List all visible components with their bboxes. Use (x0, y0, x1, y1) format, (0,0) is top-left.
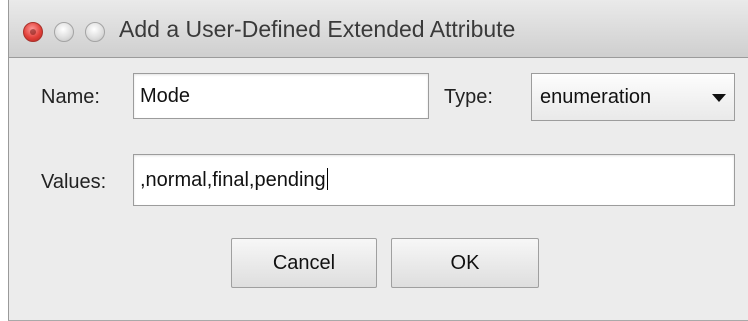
type-select-value: enumeration (540, 86, 652, 108)
window-title: Add a User-Defined Extended Attribute (119, 16, 516, 42)
dialog-window: Add a User-Defined Extended Attribute Na… (8, 0, 748, 321)
values-input-value: ,normal,final,pending (140, 169, 326, 191)
values-label: Values: (41, 171, 107, 193)
close-light-icon[interactable] (23, 22, 43, 42)
title-bar[interactable]: Add a User-Defined Extended Attribute (9, 0, 748, 58)
cancel-button[interactable]: Cancel (231, 238, 377, 288)
zoom-light-icon[interactable] (85, 22, 105, 42)
values-input[interactable]: ,normal,final,pending (133, 154, 735, 206)
type-label: Type: (444, 86, 493, 108)
minimize-light-icon[interactable] (54, 22, 74, 42)
dropdown-arrow-icon (712, 94, 726, 102)
name-input[interactable]: Mode (133, 73, 429, 119)
text-caret (326, 168, 328, 190)
type-select[interactable]: enumeration (531, 73, 735, 121)
ok-button[interactable]: OK (391, 238, 539, 288)
name-label: Name: (41, 86, 100, 108)
name-input-value: Mode (140, 85, 191, 107)
